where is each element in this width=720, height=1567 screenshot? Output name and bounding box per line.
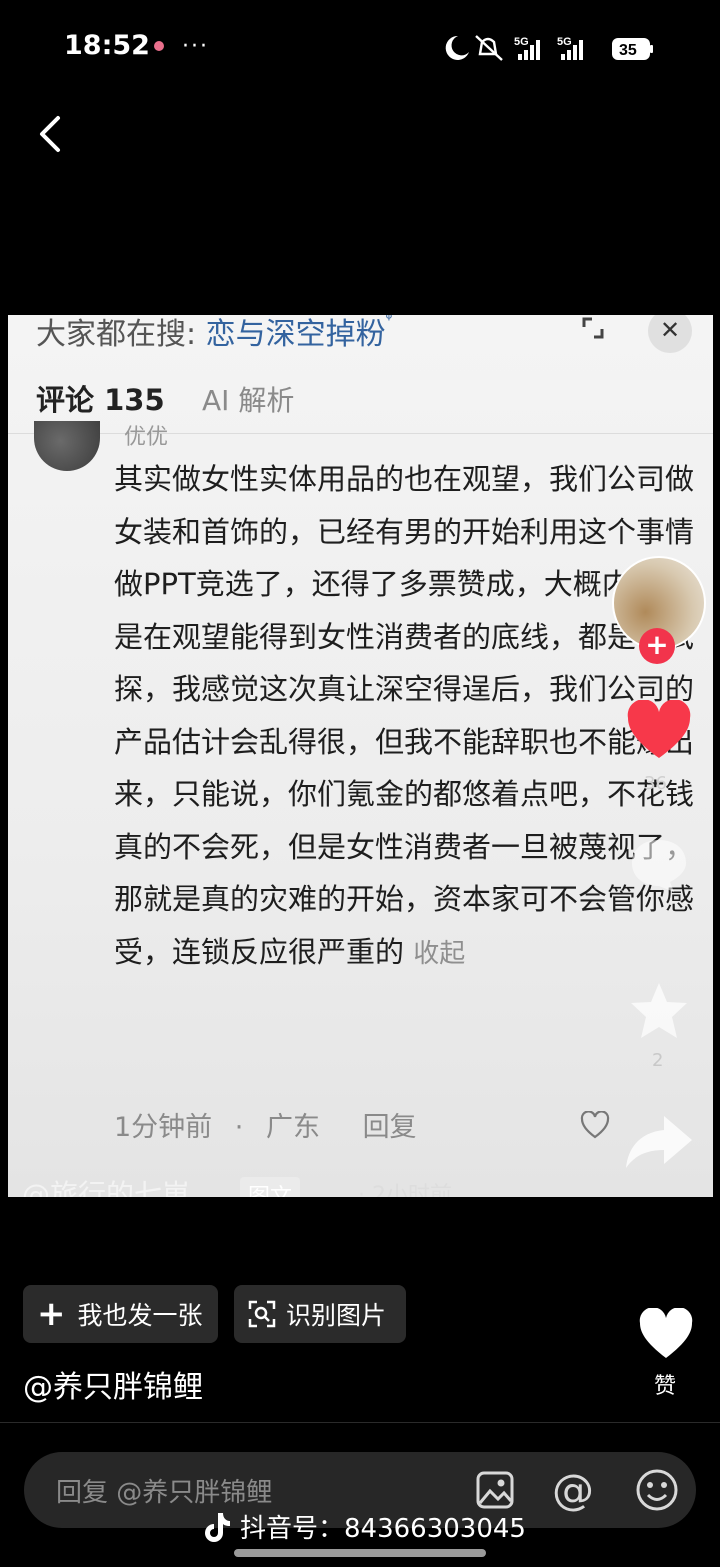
origin-time: · 2小时前 [358,1183,452,1197]
chevron-left-icon [40,116,60,152]
meta-separator: · [234,1112,244,1143]
status-time: 18:52 [64,30,150,61]
origin-author: @旅行的七崽 [22,1178,191,1197]
post-image[interactable]: 大家都在搜: 恋与深空掉粉ᵠ ✕ 评论 135 AI 解析 优优 其实做女性实体… [8,315,713,1197]
expand-icon [582,317,604,339]
mention-icon[interactable]: @ [552,1465,594,1514]
network-label-2: 5G [557,36,572,48]
douyin-logo-icon [205,1512,230,1542]
image-icon[interactable] [476,1471,514,1509]
home-indicator[interactable] [234,1549,486,1557]
post-too-button[interactable]: + 我也发一张 [23,1285,218,1343]
search-small-icon: ᵠ [385,315,393,328]
comment-location: 广东 [265,1112,320,1143]
author-handle[interactable]: @养只胖锦鲤 [23,1362,203,1406]
hot-search-prefix: 大家都在搜: [36,317,197,352]
hot-search-term: 恋与深空掉粉 [205,317,386,352]
scan-icon [248,1300,276,1328]
divider [8,433,713,434]
emoji-icon[interactable] [635,1468,679,1512]
back-button[interactable] [28,108,76,160]
favorite-count: 2 [652,1050,664,1071]
like-label: 赞 [654,1374,677,1399]
network-label-1: 5G [514,36,529,48]
svg-text:35: 35 [619,42,637,59]
collapse-link: 收起 [413,938,466,969]
reply-input[interactable]: 回复 @养只胖锦鲤 [56,1472,272,1509]
comment-time: 1分钟前 [114,1112,213,1143]
follow-plus-icon[interactable]: + [639,628,675,664]
comment-reply: 回复 [362,1112,417,1143]
comment-body: 其实做女性实体用品的也在观望，我们公司做女装和首饰的，已经有男的开始利用这个事情… [114,462,695,969]
star-icon[interactable] [628,980,690,1042]
comment-meta: 1分钟前 · 广东 回复 [114,1105,431,1144]
status-icons: 5G 5G 35 [445,35,653,61]
recognize-image-label: 识别图片 [286,1301,387,1330]
douyin-id: 抖音号：84366303045 [240,1514,526,1544]
comment-username: 优优 [124,425,169,450]
silent-icon [475,35,503,61]
hot-search-banner: 大家都在搜: 恋与深空掉粉ᵠ [36,315,392,353]
douyin-watermark: 抖音号：84366303045 [204,1508,526,1545]
like-button[interactable] [638,1308,694,1360]
share-icon[interactable] [624,1112,694,1170]
post-too-label: 我也发一张 [77,1301,203,1330]
close-icon: ✕ [648,315,692,353]
divider [0,1422,720,1423]
origin-tag: 图文 [240,1177,301,1197]
recognize-image-button[interactable]: 识别图片 [234,1285,406,1343]
moon-icon [445,35,469,60]
comment-text: 其实做女性实体用品的也在观望，我们公司做女装和首饰的，已经有男的开始利用这个事情… [114,453,698,980]
notification-dot-icon [154,41,164,51]
tab-comments: 评论 135 [36,383,165,417]
heart-icon[interactable] [626,700,692,760]
tab-ai-analysis: AI 解析 [202,384,295,417]
like-count: 36 [644,773,667,794]
battery-icon: 35 [612,38,653,60]
plus-icon: + [37,1294,66,1334]
heart-outline-icon [580,1111,610,1139]
avatar [34,421,100,471]
comment-icon[interactable] [628,836,690,894]
status-more-icon: ··· [182,34,209,59]
